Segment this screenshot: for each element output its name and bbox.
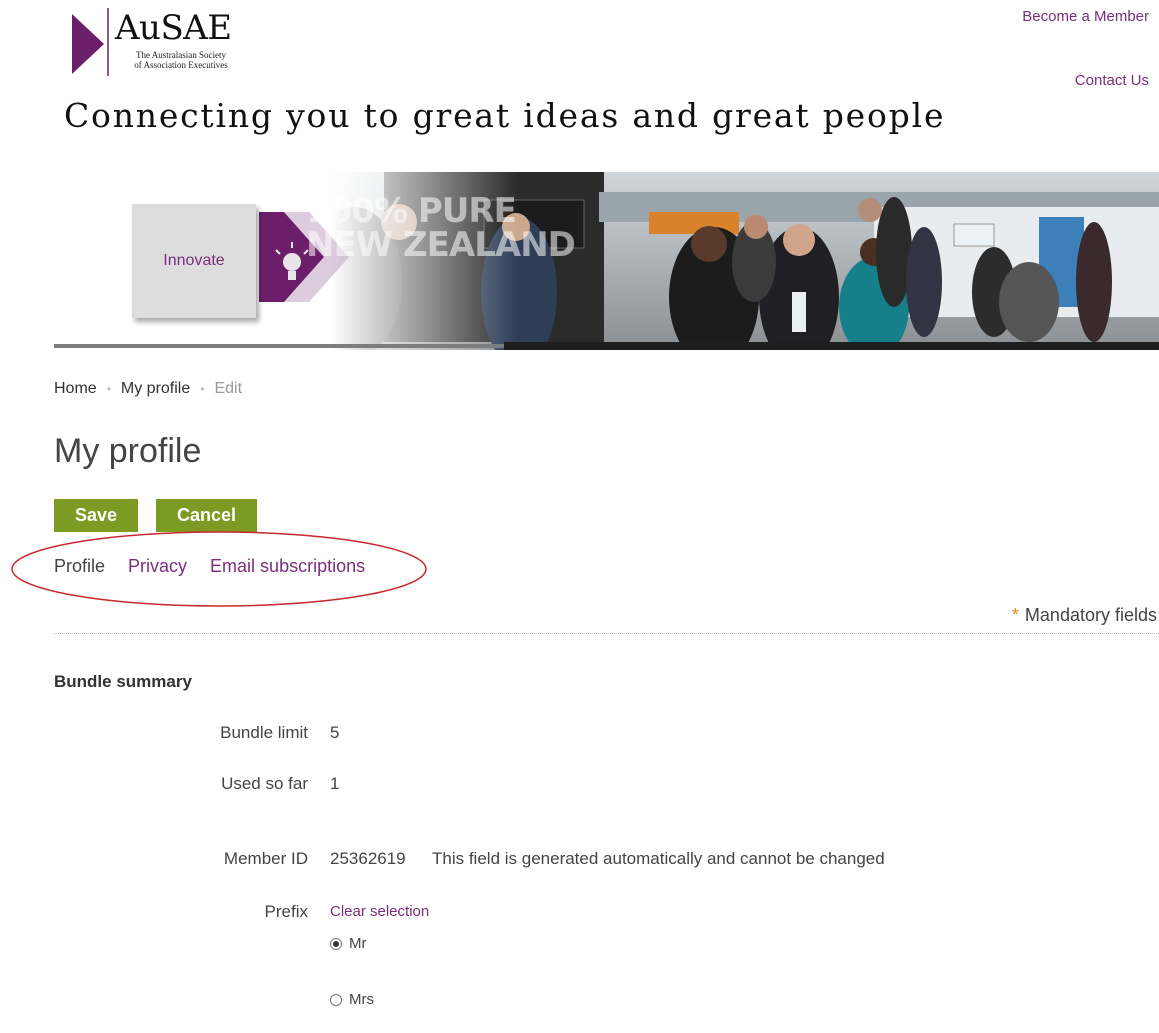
breadcrumb-separator: • xyxy=(200,382,205,396)
breadcrumb-home[interactable]: Home xyxy=(54,380,97,398)
prefix-option-label: Mrs xyxy=(349,991,374,1008)
breadcrumb: Home • My profile • Edit xyxy=(54,380,242,398)
breadcrumb-separator: • xyxy=(106,382,111,396)
member-id-label: Member ID xyxy=(223,849,308,868)
innovate-card: Innovate xyxy=(132,204,256,318)
banner-overlay-line1: 100% PURE xyxy=(306,191,517,231)
bundle-limit-label: Bundle limit xyxy=(220,723,308,742)
dotted-divider xyxy=(54,633,1159,634)
prefix-radio-mrs[interactable]: Mrs xyxy=(330,991,374,1008)
radio-unchecked-icon[interactable] xyxy=(330,993,342,1006)
become-member-link[interactable]: Become a Member xyxy=(1022,8,1149,25)
radio-checked-icon[interactable] xyxy=(330,937,342,950)
cancel-button[interactable]: Cancel xyxy=(156,499,257,532)
clear-selection-link[interactable]: Clear selection xyxy=(330,903,429,920)
page-title: My profile xyxy=(54,432,202,470)
mandatory-star-icon: * xyxy=(1011,605,1019,625)
mandatory-text: Mandatory fields xyxy=(1024,605,1157,625)
breadcrumb-my-profile[interactable]: My profile xyxy=(121,380,190,398)
contact-us-link[interactable]: Contact Us xyxy=(1075,72,1149,89)
profile-tabs: Profile Privacy Email subscriptions xyxy=(54,556,365,577)
tab-profile[interactable]: Profile xyxy=(54,556,105,577)
breadcrumb-edit: Edit xyxy=(214,380,243,397)
bundle-limit-value: 5 xyxy=(330,723,340,742)
logo-name: AuSAE xyxy=(115,8,232,48)
mandatory-fields-note: * Mandatory fields xyxy=(1012,605,1157,626)
prefix-label: Prefix xyxy=(264,902,308,921)
member-id-note: This field is generated automatically an… xyxy=(432,849,885,868)
tagline: Connecting you to great ideas and great … xyxy=(64,96,946,135)
prefix-radio-mr[interactable]: Mr xyxy=(330,935,367,952)
used-so-far-value: 1 xyxy=(330,774,340,793)
hero-banner: 100% PURE NEW ZEALAND Innovate xyxy=(54,172,1159,350)
logo-triangle-icon xyxy=(72,8,109,76)
banner-overlay-text: 100% PURE NEW ZEALAND xyxy=(306,191,576,265)
logo-subtitle-line1: The Australasian Society xyxy=(136,50,226,60)
logo[interactable]: AuSAE The Australasian Society of Associ… xyxy=(70,8,270,78)
prefix-option-label: Mr xyxy=(349,935,367,952)
tab-email-subscriptions[interactable]: Email subscriptions xyxy=(210,556,365,577)
bundle-summary-heading: Bundle summary xyxy=(54,672,192,691)
logo-subtitle-line2: of Association Executives xyxy=(134,60,228,70)
save-button[interactable]: Save xyxy=(54,499,138,532)
member-id-value: 25362619 xyxy=(330,849,406,868)
logo-subtitle: The Australasian Society of Association … xyxy=(126,50,236,70)
tab-privacy[interactable]: Privacy xyxy=(128,556,187,577)
used-so-far-label: Used so far xyxy=(221,774,308,793)
banner-overlay-line2: NEW ZEALAND xyxy=(306,225,576,265)
radio-dot xyxy=(333,940,339,947)
